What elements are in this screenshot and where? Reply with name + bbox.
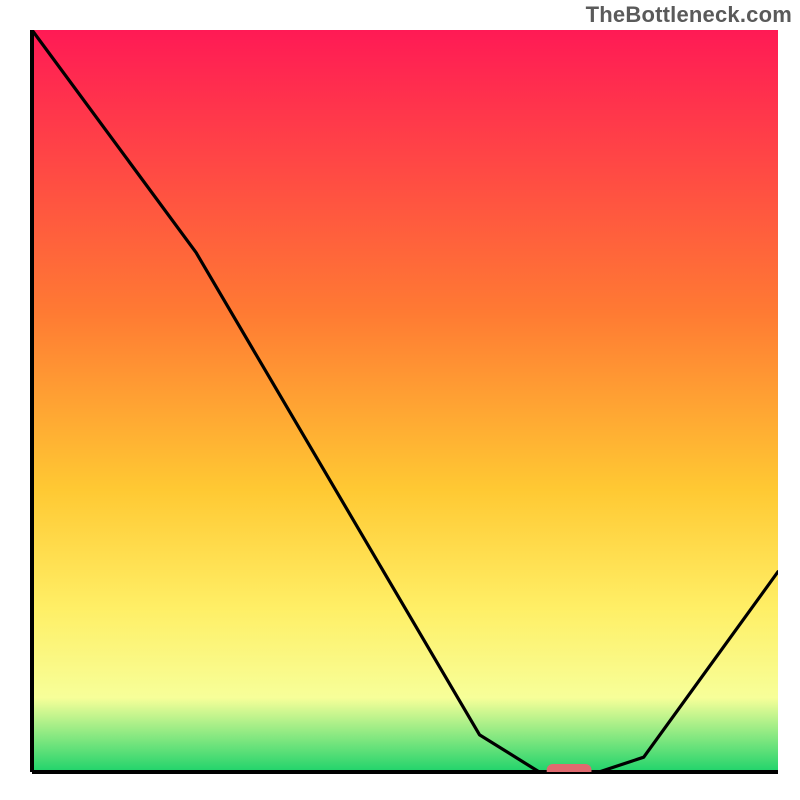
gradient-background — [32, 30, 778, 772]
optimal-marker — [547, 764, 592, 777]
chart-canvas: TheBottleneck.com — [0, 0, 800, 800]
chart-svg — [0, 0, 800, 800]
attribution-text: TheBottleneck.com — [586, 2, 792, 28]
